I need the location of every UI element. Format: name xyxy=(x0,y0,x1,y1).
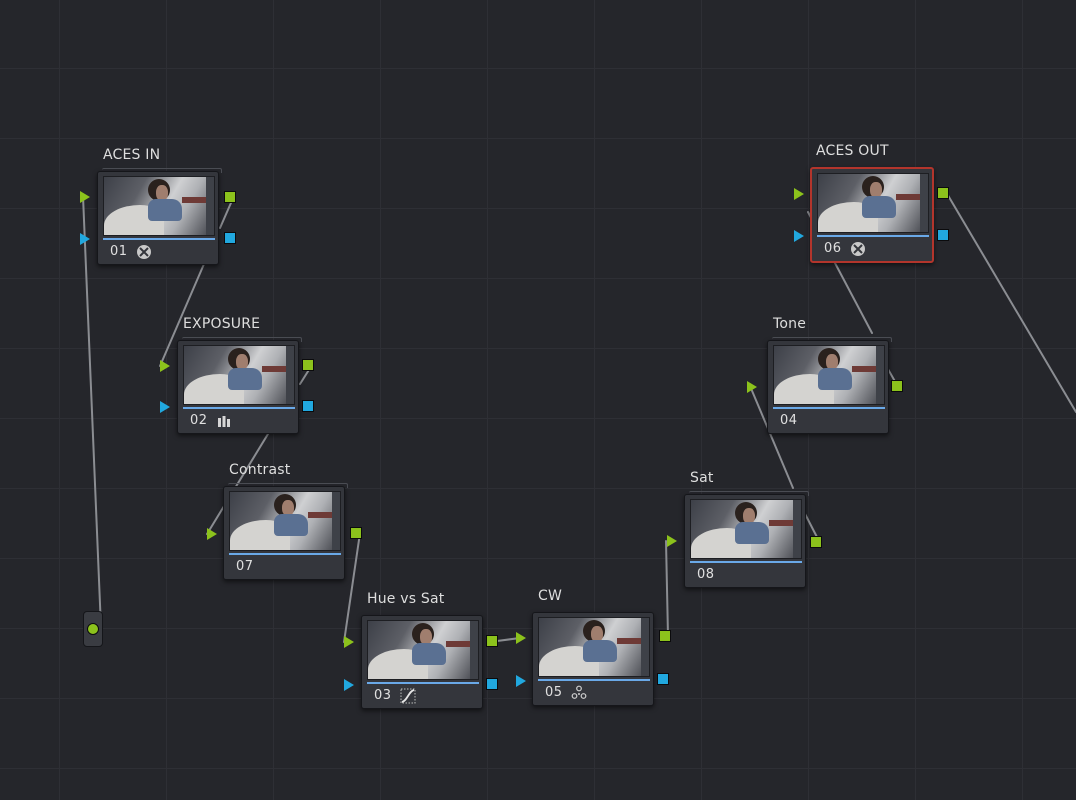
rgb-output-port[interactable] xyxy=(224,191,236,203)
rgb-output-port[interactable] xyxy=(486,635,498,647)
aces-transform-icon xyxy=(137,245,151,259)
node-number: 06 xyxy=(824,241,842,256)
node-thumbnail xyxy=(229,491,341,551)
node-body[interactable]: 02 xyxy=(177,337,302,434)
alpha-input-port[interactable] xyxy=(794,230,804,242)
node-label: Tone xyxy=(773,316,807,332)
node-label: CW xyxy=(538,588,563,604)
node-thumbnail xyxy=(690,499,802,559)
node-number: 02 xyxy=(190,413,208,428)
color-wheels-icon xyxy=(571,685,587,699)
node-number: 05 xyxy=(545,685,563,700)
rgb-output-port[interactable] xyxy=(302,359,314,371)
node-progress-bar xyxy=(690,561,802,563)
rgb-input-port[interactable] xyxy=(667,535,677,547)
node-progress-bar xyxy=(817,235,929,237)
alpha-input-port[interactable] xyxy=(160,401,170,413)
node-label: Sat xyxy=(690,470,714,486)
alpha-output-port[interactable] xyxy=(937,229,949,241)
rgb-input-port[interactable] xyxy=(516,632,526,644)
node-label: ACES OUT xyxy=(816,143,889,159)
source-output-port[interactable] xyxy=(87,623,99,635)
node-number: 07 xyxy=(236,559,254,574)
node-progress-bar xyxy=(367,682,479,684)
node-label: EXPOSURE xyxy=(183,316,261,332)
source-input-node[interactable] xyxy=(83,611,103,647)
rgb-input-port[interactable] xyxy=(794,188,804,200)
node-body[interactable]: 06 xyxy=(810,167,934,263)
node-thumbnail xyxy=(183,345,295,405)
node-body[interactable]: 05 xyxy=(532,612,654,706)
rgb-output-port[interactable] xyxy=(350,527,362,539)
alpha-output-port[interactable] xyxy=(302,400,314,412)
color-bars-icon xyxy=(218,416,230,427)
node-label: Contrast xyxy=(229,462,291,478)
connection-line xyxy=(665,540,669,637)
node-number: 08 xyxy=(697,567,715,582)
node-number: 04 xyxy=(780,413,798,428)
node-progress-bar xyxy=(538,679,650,681)
rgb-output-port[interactable] xyxy=(891,380,903,392)
alpha-output-port[interactable] xyxy=(657,673,669,685)
alpha-output-port[interactable] xyxy=(486,678,498,690)
node-progress-bar xyxy=(103,238,215,240)
node-label: ACES IN xyxy=(103,147,161,163)
node-body[interactable]: 04 xyxy=(767,337,892,434)
curves-icon xyxy=(400,688,416,704)
alpha-input-port[interactable] xyxy=(344,679,354,691)
node-number: 03 xyxy=(374,688,392,703)
rgb-output-port[interactable] xyxy=(810,536,822,548)
node-body[interactable]: 08 xyxy=(684,491,809,588)
node-thumbnail xyxy=(538,617,650,677)
node-thumbnail xyxy=(773,345,885,405)
node-progress-bar xyxy=(773,407,885,409)
alpha-input-port[interactable] xyxy=(516,675,526,687)
rgb-output-port[interactable] xyxy=(937,187,949,199)
connection-line xyxy=(945,191,1076,413)
alpha-input-port[interactable] xyxy=(80,233,90,245)
node-progress-bar xyxy=(229,553,341,555)
rgb-input-port[interactable] xyxy=(160,360,170,372)
node-label: Hue vs Sat xyxy=(367,591,445,607)
node-thumbnail xyxy=(817,173,929,233)
node-body[interactable]: 07 xyxy=(223,483,348,580)
node-thumbnail xyxy=(367,620,479,680)
rgb-output-port[interactable] xyxy=(659,630,671,642)
rgb-input-port[interactable] xyxy=(344,636,354,648)
node-thumbnail xyxy=(103,176,215,236)
alpha-output-port[interactable] xyxy=(224,232,236,244)
aces-transform-icon xyxy=(851,242,865,256)
rgb-input-port[interactable] xyxy=(207,528,217,540)
connection-line xyxy=(343,532,361,643)
node-body[interactable]: 01 xyxy=(97,168,222,265)
node-progress-bar xyxy=(183,407,295,409)
node-body[interactable]: 03 xyxy=(361,615,483,709)
rgb-input-port[interactable] xyxy=(80,191,90,203)
rgb-input-port[interactable] xyxy=(747,381,757,393)
node-number: 01 xyxy=(110,244,128,259)
